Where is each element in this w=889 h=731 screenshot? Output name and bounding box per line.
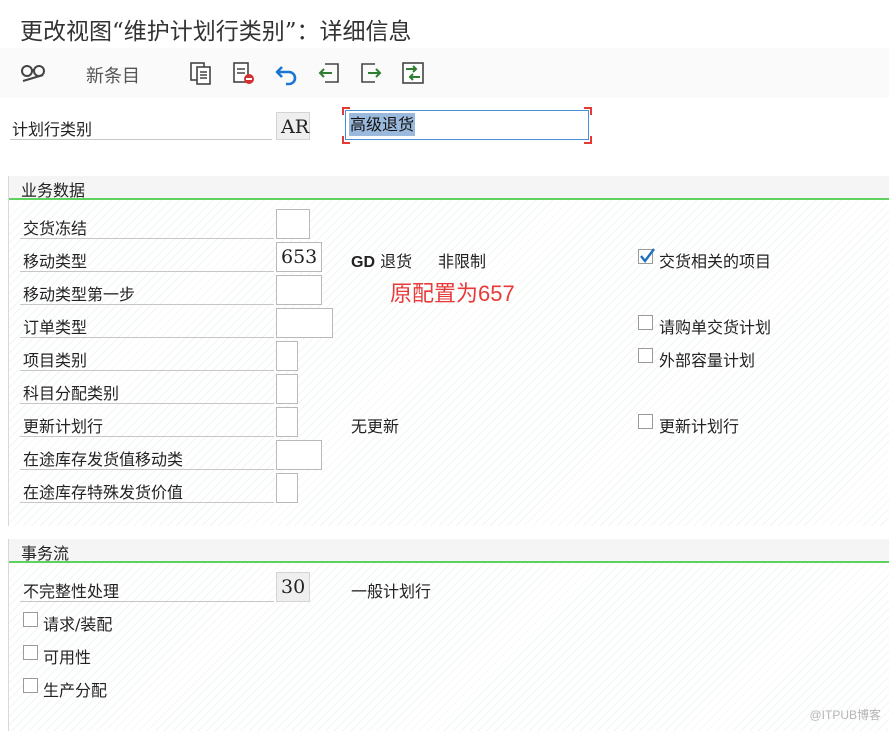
schedule-line-category-label: 计划行类别: [12, 120, 93, 139]
transit-stock-movement-input[interactable]: [276, 440, 322, 470]
delivery-block-input[interactable]: [276, 209, 310, 239]
purchase-req-schedule-checkbox[interactable]: [638, 315, 653, 330]
transit-special-value-label: 在途库存特殊发货价值: [23, 483, 184, 502]
new-entries-button[interactable]: 新条目: [86, 62, 140, 88]
group-title: 业务数据: [21, 181, 86, 200]
transit-special-value-input[interactable]: [276, 473, 298, 503]
requirement-assembly-checkbox[interactable]: [23, 612, 38, 627]
previous-entry-icon[interactable]: [314, 58, 344, 88]
watermark: @ITPUB博客: [809, 708, 881, 722]
product-allocation-checkbox[interactable]: [23, 678, 38, 693]
incompletion-description: 一般计划行: [351, 582, 432, 601]
update-schedule-line-checkbox[interactable]: [638, 414, 653, 429]
business-data-group: 业务数据: [8, 176, 889, 526]
transport-icon[interactable]: [398, 58, 428, 88]
transit-stock-movement-label: 在途库存发货值移动类: [23, 450, 184, 469]
item-category-input[interactable]: [276, 341, 298, 371]
update-schedule-line-label: 更新计划行: [23, 417, 104, 436]
movement-type-description: GD 退货: [351, 252, 413, 271]
update-schedule-line-checkbox-label: 更新计划行: [659, 417, 740, 436]
movement-type-input[interactable]: 653: [276, 242, 322, 272]
product-allocation-label: 生产分配: [43, 681, 108, 700]
update-schedule-line-description: 无更新: [351, 417, 400, 436]
undo-icon[interactable]: [272, 58, 302, 88]
delete-icon[interactable]: [228, 58, 258, 88]
account-assignment-input[interactable]: [276, 374, 298, 404]
movement-type-stock: 非限制: [438, 252, 487, 271]
availability-label: 可用性: [43, 648, 92, 667]
external-capacity-checkbox[interactable]: [638, 348, 653, 363]
item-category-label: 项目类别: [23, 351, 88, 370]
copy-icon[interactable]: [186, 58, 216, 88]
order-type-label: 订单类型: [23, 318, 88, 337]
movement-type-first-step-label: 移动类型第一步: [23, 285, 136, 304]
update-schedule-line-input[interactable]: [276, 407, 298, 437]
description-input[interactable]: 高级退货: [349, 113, 416, 136]
availability-checkbox[interactable]: [23, 645, 38, 660]
purchase-req-schedule-label: 请购单交货计划: [659, 318, 772, 337]
movement-type-label: 移动类型: [23, 252, 88, 271]
account-assignment-label: 科目分配类别: [23, 384, 120, 403]
requirement-assembly-label: 请求/装配: [43, 615, 113, 634]
delivery-relevant-label: 交货相关的项目: [659, 252, 772, 271]
glasses-edit-icon[interactable]: [18, 58, 48, 88]
delivery-block-label: 交货冻结: [23, 219, 88, 238]
delivery-relevant-checkbox[interactable]: [638, 248, 655, 264]
transaction-flow-group: 事务流: [8, 539, 889, 731]
label-underline: [10, 139, 272, 140]
window-title: 更改视图“维护计划行类别”：详细信息: [20, 19, 412, 45]
annotation-note: 原配置为657: [390, 281, 515, 306]
next-entry-icon[interactable]: [356, 58, 386, 88]
order-type-input[interactable]: [276, 308, 333, 338]
movement-type-first-step-input[interactable]: [276, 275, 322, 305]
external-capacity-label: 外部容量计划: [659, 351, 756, 370]
incompletion-input[interactable]: 30: [276, 572, 310, 602]
schedule-line-category-code: AR: [276, 112, 310, 140]
group-title: 事务流: [21, 544, 70, 563]
description-field-focus: 高级退货: [342, 107, 592, 144]
incompletion-label: 不完整性处理: [23, 582, 120, 601]
